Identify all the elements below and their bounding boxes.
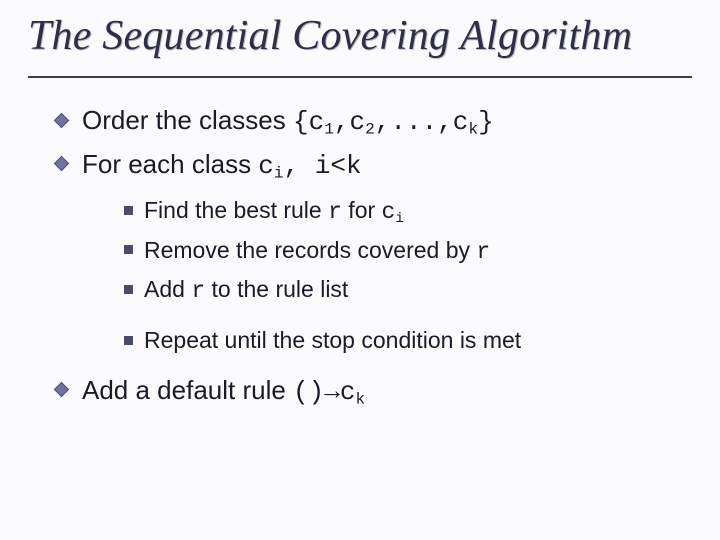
text: to the rule list [205,276,348,302]
code-part: i<k [315,151,362,181]
spacer [124,312,692,324]
sub-bullet-repeat: Repeat until the stop condition is met [124,324,692,357]
code: r [191,278,205,304]
text: for [342,197,382,223]
title-underline [28,76,692,78]
text: Order the classes [82,105,293,135]
slide: The Sequential Covering Algorithm Order … [0,0,720,540]
subscript: 2 [365,121,375,139]
text: Add a default rule [82,375,293,405]
sub-bullet-find-rule: Find the best rule r for ci [124,194,692,230]
code-part: c [340,377,356,407]
slide-title: The Sequential Covering Algorithm [28,14,692,58]
text: Find the best rule [144,197,328,223]
text: Repeat until the stop condition is met [144,327,521,353]
code: r [328,199,342,225]
sub-bullet-remove-records: Remove the records covered by r [124,234,692,269]
code: {c1,c2,...,ck} [293,107,494,137]
bullet-for-each-class: For each class ci, i<k Find the best rul… [56,146,692,358]
text: Remove the records covered by [144,237,476,263]
code-part: ,...,c [375,107,469,137]
subscript: k [468,121,478,139]
bullet-order-classes: Order the classes {c1,c2,...,ck} [56,102,692,142]
text: Add [144,276,191,302]
subscript: 1 [324,121,334,139]
subscript: k [355,390,365,408]
subscript: i [274,164,284,182]
code-part: , [284,151,315,181]
code: ci, i<k [258,151,361,181]
sub-bullet-add-rule: Add r to the rule list [124,273,692,308]
code-part: () [293,377,324,407]
arrow-icon: → [324,377,340,407]
code-part: c [382,199,396,225]
code-part: } [478,107,494,137]
code: r [476,239,490,265]
code-part: {c [293,107,324,137]
bullet-default-rule: Add a default rule ()→ck [56,372,692,412]
code: ()→ck [293,377,365,407]
code: ci [382,199,404,225]
subscript: i [395,211,404,227]
text: For each class [82,149,258,179]
code-part: ,c [334,107,365,137]
bullet-list: Order the classes {c1,c2,...,ck} For eac… [28,102,692,411]
sub-bullet-list: Find the best rule r for ci Remove the r… [82,194,692,358]
code-part: c [258,151,274,181]
